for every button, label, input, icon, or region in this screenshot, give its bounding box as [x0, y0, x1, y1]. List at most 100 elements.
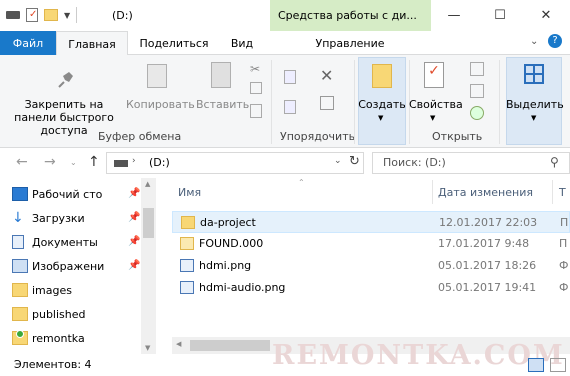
- forward-icon[interactable]: →: [44, 154, 56, 170]
- delete-icon[interactable]: ✕: [320, 66, 333, 85]
- select-icon: [524, 64, 544, 84]
- nav-label: published: [32, 307, 86, 321]
- column-header-date[interactable]: Дата изменения: [438, 186, 533, 199]
- window-title: (D:): [112, 9, 133, 22]
- select-dropdown-icon[interactable]: ▼: [531, 114, 536, 122]
- file-date: 17.01.2017 9:48: [438, 237, 530, 250]
- ribbon-separator: [271, 60, 272, 144]
- table-row[interactable]: da-project 12.01.2017 22:03 П: [172, 211, 570, 233]
- rename-icon[interactable]: [320, 96, 334, 110]
- drive-tools-context-tab[interactable]: Средства работы с ди...: [270, 0, 431, 31]
- column-header-type[interactable]: Т: [559, 186, 566, 199]
- ribbon-separator: [354, 60, 355, 144]
- move-to-icon[interactable]: [284, 70, 296, 84]
- tab-home[interactable]: Главная: [56, 31, 128, 56]
- ribbon-expand-icon[interactable]: ⌄: [530, 36, 538, 47]
- paste-button[interactable]: Вставить: [196, 98, 249, 111]
- folder-icon: [12, 283, 28, 297]
- help-icon[interactable]: ?: [548, 34, 562, 48]
- new-dropdown-icon[interactable]: ▼: [378, 114, 383, 122]
- large-icons-view-icon[interactable]: [550, 358, 566, 372]
- file-name: hdmi.png: [199, 259, 252, 272]
- open-group-label: Открыть: [432, 130, 483, 143]
- qat-dropdown-icon[interactable]: ▼: [64, 11, 70, 20]
- file-name: hdmi-audio.png: [199, 281, 286, 294]
- edit-icon[interactable]: [470, 84, 484, 98]
- item-count: Элементов: 4: [14, 358, 92, 371]
- refresh-icon[interactable]: ↻: [349, 154, 360, 169]
- details-view-icon[interactable]: [528, 358, 544, 372]
- column-separator: [432, 180, 433, 204]
- search-icon[interactable]: ⚲: [550, 155, 559, 169]
- watermark: REMONTKA.COM: [272, 340, 565, 371]
- scroll-down-icon[interactable]: ▼: [145, 344, 150, 352]
- sync-status-icon: [16, 330, 24, 338]
- copy-icon: [147, 64, 167, 88]
- nav-item-images[interactable]: images: [12, 279, 72, 301]
- close-button[interactable]: ✕: [523, 0, 569, 31]
- copy-to-icon[interactable]: [284, 100, 296, 114]
- address-bar[interactable]: (D:): [106, 152, 364, 174]
- minimize-button[interactable]: —: [431, 0, 477, 31]
- sort-indicator-icon: ⌃: [298, 178, 305, 187]
- tab-manage[interactable]: Управление: [300, 31, 400, 55]
- file-date: 12.01.2017 22:03: [439, 216, 538, 229]
- properties-icon[interactable]: ✓: [26, 8, 38, 22]
- tab-file[interactable]: Файл: [0, 31, 56, 55]
- new-folder-large-icon: [372, 64, 392, 88]
- cut-icon[interactable]: ✂: [250, 62, 260, 76]
- up-icon[interactable]: ↑: [88, 154, 100, 170]
- tab-share[interactable]: Поделиться: [135, 31, 213, 55]
- nav-item-published[interactable]: published: [12, 303, 86, 325]
- select-button[interactable]: Выделить: [506, 98, 564, 111]
- file-type: Ф: [559, 281, 569, 294]
- search-input[interactable]: Поиск: (D:): [372, 152, 570, 174]
- file-date: 05.01.2017 18:26: [438, 259, 537, 272]
- table-row[interactable]: hdmi-audio.png 05.01.2017 19:41 Ф: [172, 277, 570, 299]
- chevron-down-icon[interactable]: ⌄: [334, 156, 342, 166]
- new-folder-icon[interactable]: [44, 9, 58, 21]
- file-type: Ф: [559, 259, 569, 272]
- column-separator: [552, 180, 553, 204]
- nav-label: Загрузки: [32, 211, 85, 225]
- nav-item-downloads[interactable]: ↓ Загрузки 📌: [12, 207, 140, 229]
- folder-icon: [181, 216, 195, 229]
- image-file-icon: [180, 281, 194, 294]
- documents-icon: [12, 235, 24, 249]
- pin-icon: 📌: [128, 188, 141, 199]
- back-icon[interactable]: ←: [16, 154, 28, 170]
- table-row[interactable]: hdmi.png 05.01.2017 18:26 Ф: [172, 255, 570, 277]
- history-icon[interactable]: [470, 106, 484, 120]
- properties-dropdown-icon[interactable]: ▼: [430, 114, 435, 122]
- organize-group-label: Упорядочить: [280, 130, 356, 143]
- drive-icon[interactable]: [6, 11, 20, 19]
- file-date: 05.01.2017 19:41: [438, 281, 537, 294]
- nav-item-remontka[interactable]: remontka: [12, 327, 85, 349]
- desktop-icon: [12, 187, 28, 201]
- nav-scrollbar[interactable]: [141, 178, 156, 354]
- properties-button[interactable]: Свойства: [409, 98, 463, 111]
- nav-item-pictures[interactable]: Изображени 📌: [12, 255, 140, 277]
- paste-icon: [211, 62, 231, 88]
- tab-view[interactable]: Вид: [222, 31, 262, 55]
- copy-path-icon[interactable]: [250, 82, 262, 94]
- copy-button[interactable]: Копировать: [126, 98, 195, 111]
- scroll-up-icon[interactable]: ▲: [145, 180, 150, 188]
- table-row[interactable]: FOUND.000 17.01.2017 9:48 П: [172, 233, 570, 255]
- recent-dropdown-icon[interactable]: ⌄: [70, 158, 77, 167]
- nav-scrollbar-thumb[interactable]: [143, 208, 154, 238]
- scroll-left-icon[interactable]: ◀: [176, 340, 181, 348]
- column-header-name[interactable]: Имя: [178, 186, 201, 199]
- paste-shortcut-icon[interactable]: [250, 104, 262, 118]
- drive-icon: [114, 160, 128, 167]
- address-path: (D:): [149, 156, 170, 169]
- chevron-right-icon[interactable]: ›: [132, 156, 136, 166]
- download-icon: ↓: [12, 210, 24, 226]
- nav-item-documents[interactable]: Документы 📌: [12, 231, 140, 253]
- file-type: П: [560, 216, 569, 229]
- horizontal-scrollbar-thumb[interactable]: [190, 340, 270, 351]
- nav-item-desktop[interactable]: Рабочий сто 📌: [12, 183, 140, 205]
- new-button[interactable]: Создать: [358, 98, 406, 111]
- maximize-button[interactable]: ☐: [477, 0, 523, 31]
- open-icon[interactable]: [470, 62, 484, 76]
